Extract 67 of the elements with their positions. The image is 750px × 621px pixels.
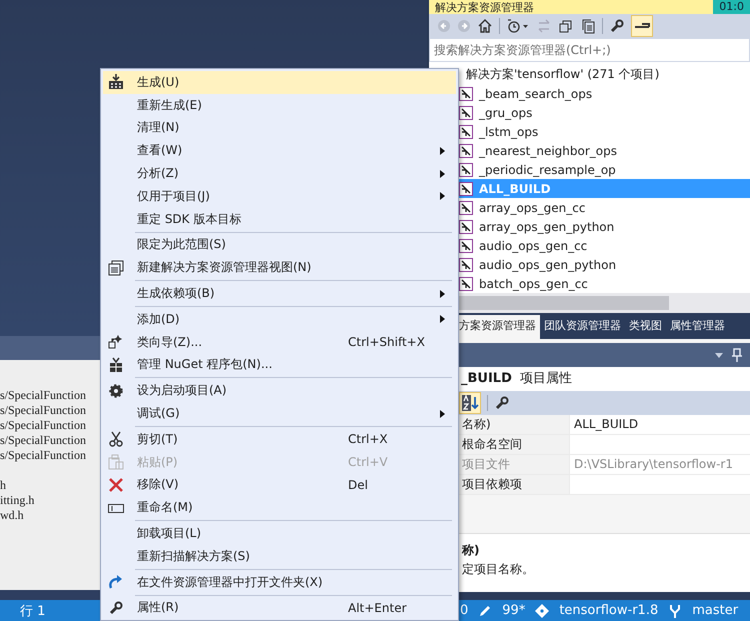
wand-icon	[108, 334, 124, 350]
sort-alphabetical-button[interactable]	[459, 392, 481, 414]
build-icon	[108, 74, 124, 90]
project-icon	[459, 162, 473, 176]
curved-arrow-icon	[108, 574, 124, 590]
project-icon	[459, 124, 473, 138]
output-line: s/SpecialFunction	[0, 433, 86, 447]
project-icon	[459, 86, 473, 100]
scissors-icon	[108, 431, 124, 448]
window-icon	[108, 260, 124, 276]
description-title: 称)	[462, 542, 480, 559]
description-text: 定项目名称。	[462, 561, 534, 578]
line-indicator: 行 1	[20, 602, 46, 620]
menu-item[interactable]: 在文件资源管理器中打开文件夹(X)	[103, 570, 456, 594]
project-icon	[459, 276, 473, 290]
delete-icon	[108, 476, 124, 493]
preview-toggle-button[interactable]	[631, 15, 653, 37]
menu-item[interactable]: 重命名(M)	[103, 496, 456, 520]
output-line: s/SpecialFunction	[0, 448, 86, 462]
branch-name[interactable]: master	[692, 603, 738, 618]
submenu-arrow-icon	[440, 290, 445, 298]
gift-icon	[108, 356, 124, 373]
output-line: h	[0, 478, 6, 492]
property-value[interactable]: ALL_BUILD	[574, 417, 638, 431]
submenu-arrow-icon	[440, 146, 445, 155]
output-line: s/SpecialFunction	[0, 403, 86, 417]
menu-item[interactable]: 属性(R) Alt+Enter	[103, 596, 456, 620]
submenu-arrow-icon	[440, 315, 445, 324]
changes-count[interactable]: 99*	[502, 603, 526, 618]
preview-icon	[634, 21, 650, 31]
submenu-arrow-icon	[440, 192, 445, 200]
submenu-arrow-icon	[440, 410, 445, 418]
pin-icon[interactable]	[732, 348, 742, 362]
project-icon	[459, 106, 473, 120]
output-line: s/SpecialFunction	[0, 418, 86, 432]
panel-tab[interactable]: 类视图	[625, 315, 666, 339]
menu-item[interactable]: 卸载项目(L)	[103, 522, 456, 545]
menu-item[interactable]: 生成(U)	[103, 71, 456, 94]
home-icon[interactable]	[477, 18, 493, 34]
output-line: s/SpecialFunction	[0, 388, 86, 402]
output-line: wd.h	[0, 508, 24, 522]
repository-name[interactable]: tensorflow-r1.8	[559, 603, 658, 618]
project-icon	[459, 182, 473, 196]
gear-icon	[108, 382, 124, 399]
project-icon	[459, 144, 473, 158]
project-icon	[459, 258, 473, 272]
pencil-icon	[478, 604, 492, 618]
panel-tab[interactable]: 团队资源管理器	[540, 315, 625, 339]
project-icon	[459, 200, 473, 214]
search-field[interactable]: 搜索解决方案资源管理器(Ctrl+;)	[429, 38, 750, 62]
project-icon	[459, 220, 473, 234]
error-count[interactable]: 0	[460, 603, 468, 618]
copy-icon[interactable]	[580, 18, 596, 34]
diamond-icon	[535, 604, 550, 618]
clipboard-icon	[108, 454, 124, 470]
clock-badge: 01:0	[713, 0, 750, 14]
output-line: itting.h	[0, 493, 34, 507]
history-icon[interactable]	[506, 18, 530, 34]
panel-title: 解决方案资源管理器	[435, 0, 534, 14]
collapse-icon[interactable]	[558, 18, 574, 34]
panel-tab[interactable]: 属性管理器	[666, 315, 729, 339]
submenu-arrow-icon	[440, 170, 445, 178]
dropdown-icon[interactable]	[714, 350, 724, 360]
branch-icon	[668, 604, 682, 618]
project-icon	[459, 238, 473, 252]
solution-node[interactable]: 解决方案'tensorflow' (271 个项目)	[466, 67, 660, 81]
menu-item[interactable]: 重新扫描解决方案(S)	[103, 544, 456, 568]
